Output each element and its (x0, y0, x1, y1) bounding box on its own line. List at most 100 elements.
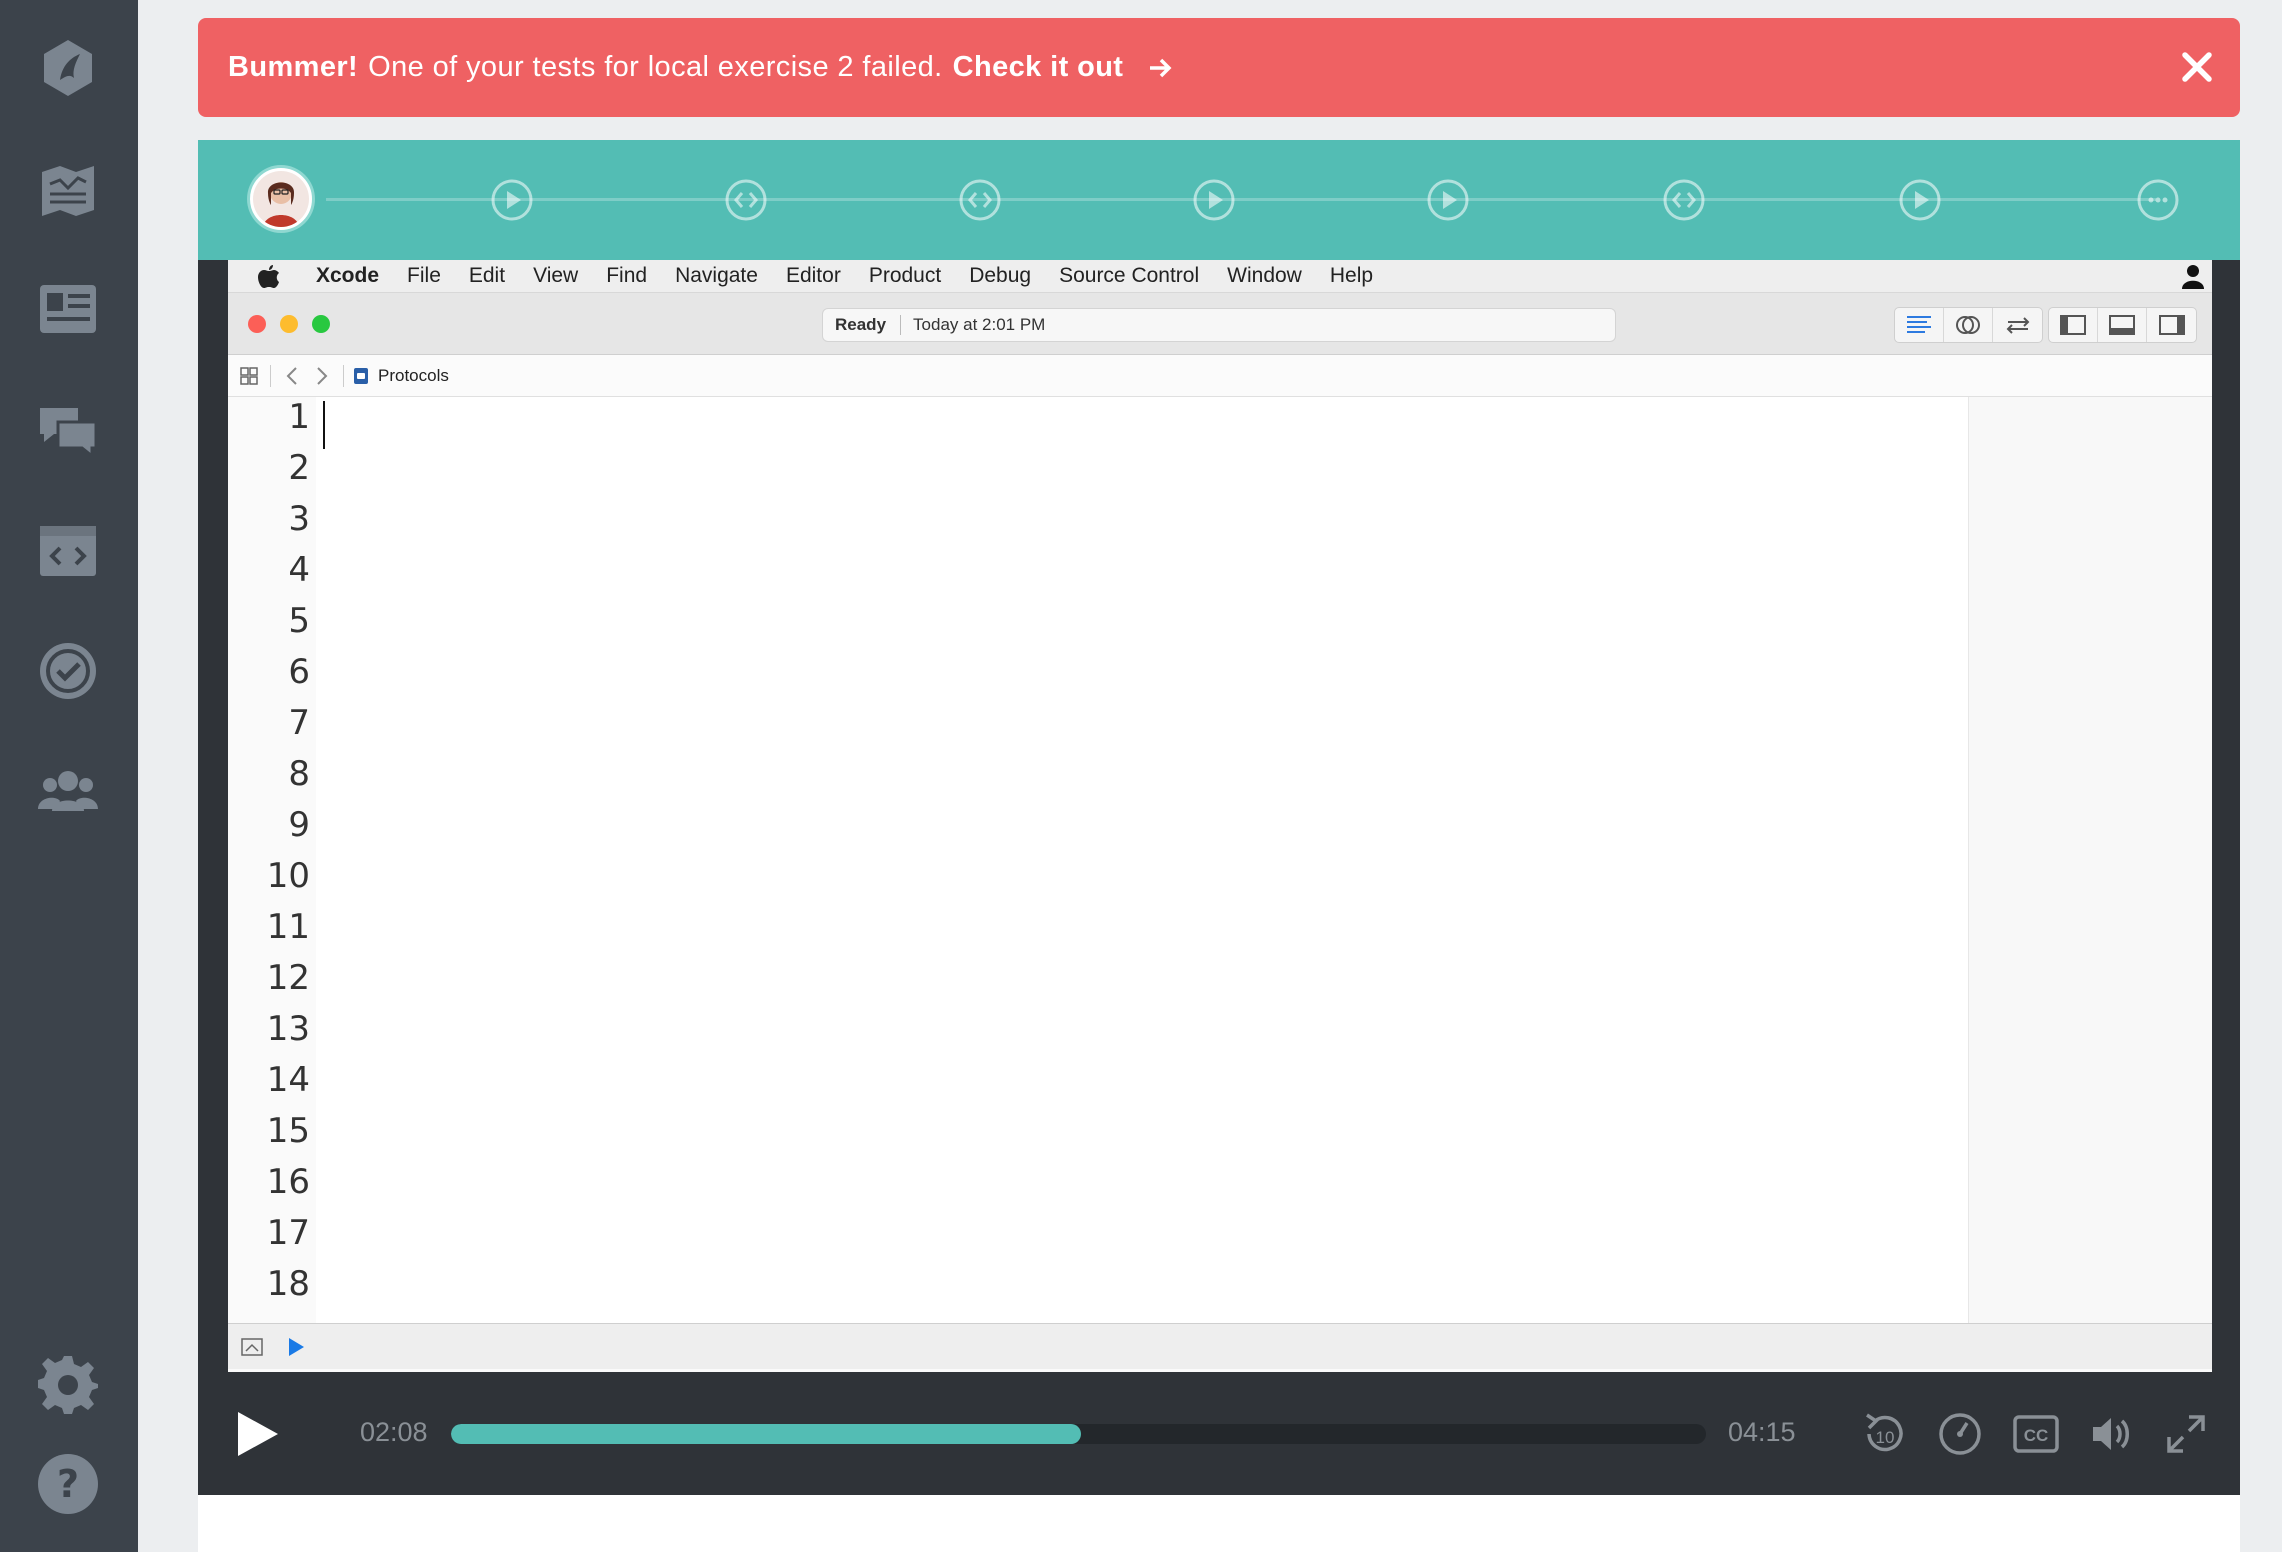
line-number: 12 (266, 958, 310, 998)
team-icon[interactable] (33, 756, 103, 826)
line-number: 9 (288, 805, 310, 845)
xcode-toolbar: Ready Today at 2:01 PM (228, 293, 2212, 355)
version-editor-icon[interactable] (1993, 308, 2042, 342)
help-icon[interactable]: ? (33, 1449, 103, 1519)
teacher-avatar[interactable] (250, 168, 312, 230)
panel-toggle-group (2048, 307, 2197, 343)
test-failure-banner: Bummer! One of your tests for local exer… (198, 18, 2240, 117)
menu-navigate[interactable]: Navigate (675, 264, 758, 288)
related-items-icon[interactable] (234, 361, 264, 391)
fullscreen-icon[interactable] (2160, 1408, 2212, 1460)
step-video-icon[interactable] (1192, 178, 1236, 222)
menu-debug[interactable]: Debug (969, 264, 1031, 288)
steps-connector (326, 198, 2156, 201)
user-icon[interactable] (2180, 264, 2206, 296)
run-playground-icon[interactable] (286, 1336, 306, 1358)
line-number: 8 (288, 754, 310, 794)
line-number-gutter: 1 2 3 4 5 6 7 8 9 10 11 12 13 14 15 16 1… (228, 397, 316, 1323)
svg-text:?: ? (57, 1462, 79, 1506)
step-code-icon[interactable] (1662, 178, 1706, 222)
menu-file[interactable]: File (407, 264, 441, 288)
menu-window[interactable]: Window (1227, 264, 1302, 288)
banner-message: One of your tests for local exercise 2 f… (368, 51, 943, 83)
playback-speed-icon[interactable] (1934, 1408, 1986, 1460)
window-close-button[interactable] (248, 315, 266, 333)
status-state: Ready (835, 315, 887, 334)
debug-area-toggle-icon[interactable] (2098, 308, 2147, 342)
menu-find[interactable]: Find (606, 264, 647, 288)
jump-bar: Protocols (228, 355, 2212, 397)
line-number: 14 (266, 1060, 310, 1100)
duration: 04:15 (1728, 1417, 1796, 1447)
forward-icon[interactable] (307, 361, 337, 391)
play-icon[interactable] (234, 1410, 280, 1458)
line-number: 11 (266, 907, 310, 947)
utilities-toggle-icon[interactable] (2147, 308, 2196, 342)
editor-mode-group (1894, 307, 2043, 343)
workspaces-icon[interactable] (33, 515, 103, 585)
debug-bar (228, 1323, 2212, 1369)
apple-icon (258, 263, 298, 289)
jumpbar-file-name[interactable]: Protocols (378, 366, 449, 386)
assistant-editor-icon[interactable] (1944, 308, 1993, 342)
line-number: 10 (266, 856, 310, 896)
line-number: 2 (288, 448, 310, 488)
arrow-right-icon[interactable] (1147, 55, 1173, 81)
step-code-icon[interactable] (724, 178, 768, 222)
hide-debug-area-icon[interactable] (240, 1337, 264, 1357)
navigator-toggle-icon[interactable] (2049, 308, 2098, 342)
step-video-icon[interactable] (490, 178, 534, 222)
step-more-icon[interactable] (2136, 178, 2180, 222)
menu-xcode[interactable]: Xcode (316, 264, 379, 288)
mac-menubar: Xcode File Edit View Find Navigate Edito… (228, 260, 2212, 293)
step-code-icon[interactable] (958, 178, 1002, 222)
banner-title: Bummer! (228, 51, 359, 83)
menu-edit[interactable]: Edit (469, 264, 505, 288)
line-number: 1 (288, 397, 310, 437)
techdegree-icon[interactable] (33, 636, 103, 706)
results-sidebar (1968, 397, 2212, 1323)
menu-product[interactable]: Product (869, 264, 941, 288)
content-below-video (198, 1495, 2240, 1552)
svg-text:10: 10 (1876, 1428, 1895, 1447)
community-icon[interactable] (33, 395, 103, 465)
line-number: 5 (288, 601, 310, 641)
menu-source-control[interactable]: Source Control (1059, 264, 1199, 288)
treehouse-logo-icon[interactable] (33, 33, 103, 103)
line-number: 18 (266, 1264, 310, 1304)
library-icon[interactable] (33, 155, 103, 225)
activity-status: Ready Today at 2:01 PM (822, 308, 1616, 342)
line-number: 4 (288, 550, 310, 590)
volume-icon[interactable] (2086, 1408, 2138, 1460)
window-minimize-button[interactable] (280, 315, 298, 333)
back-icon[interactable] (277, 361, 307, 391)
check-it-out-link[interactable]: Check it out (953, 51, 1124, 84)
line-number: 3 (288, 499, 310, 539)
step-video-icon[interactable] (1426, 178, 1470, 222)
line-number: 17 (266, 1213, 310, 1253)
jumpbar-divider (343, 364, 344, 387)
playground-file-icon (354, 367, 368, 384)
progress-track[interactable] (451, 1424, 1706, 1444)
line-number: 6 (288, 652, 310, 692)
close-icon[interactable] (2178, 48, 2216, 86)
menu-view[interactable]: View (533, 264, 578, 288)
window-zoom-button[interactable] (312, 315, 330, 333)
tracks-icon[interactable] (33, 274, 103, 344)
code-editor[interactable] (316, 397, 1968, 1323)
rewind-10-icon[interactable]: 10 (1858, 1408, 1910, 1460)
closed-captions-icon[interactable]: CC (2010, 1408, 2062, 1460)
standard-editor-icon[interactable] (1895, 308, 1944, 342)
settings-icon[interactable] (33, 1349, 103, 1419)
status-time: Today at 2:01 PM (913, 315, 1046, 334)
menu-editor[interactable]: Editor (786, 264, 841, 288)
progress-fill (451, 1424, 1081, 1444)
lesson-steps-bar (198, 140, 2240, 260)
jumpbar-divider (270, 364, 271, 387)
line-number: 7 (288, 703, 310, 743)
sidebar: ? (0, 0, 138, 1552)
status-divider (900, 315, 902, 335)
step-video-icon[interactable] (1898, 178, 1942, 222)
line-number: 15 (266, 1111, 310, 1151)
menu-help[interactable]: Help (1330, 264, 1373, 288)
